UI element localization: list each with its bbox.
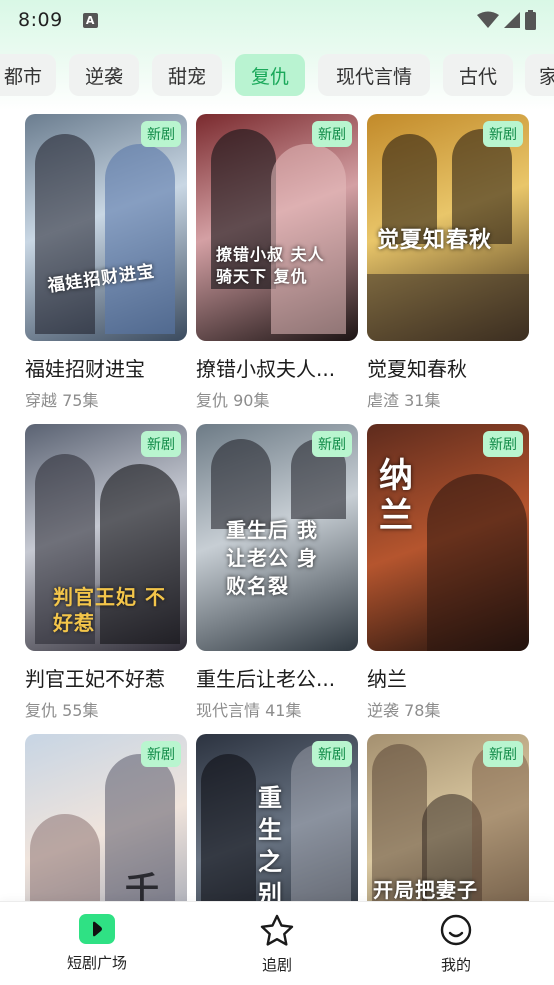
tab-label: 家 xyxy=(539,65,554,88)
poster-title: 纳兰 xyxy=(379,456,414,536)
drama-card[interactable]: 重生后 我让老公 身败名裂 新剧 重生后让老公... 现代言情 41集 xyxy=(196,424,358,721)
drama-title: 重生后让老公... xyxy=(196,667,336,691)
nav-item-following[interactable]: 追剧 xyxy=(217,914,337,975)
drama-meta: 复仇 90集 xyxy=(196,391,270,410)
tab-label: 甜宠 xyxy=(167,65,206,88)
drama-card[interactable]: 觉夏知春秋 新剧 觉夏知春秋 虐渣 31集 xyxy=(367,114,529,411)
star-icon xyxy=(260,914,294,946)
tab-gudai[interactable]: 古代 xyxy=(443,54,513,96)
tab-xiandaiyanqing[interactable]: 现代言情 xyxy=(318,54,430,96)
notification-a-icon: A xyxy=(82,12,98,28)
tab-label: 古代 xyxy=(458,65,497,88)
poster-figure xyxy=(35,134,95,334)
new-badge: 新剧 xyxy=(312,121,352,147)
drama-title: 纳兰 xyxy=(367,667,407,691)
new-badge: 新剧 xyxy=(483,431,523,457)
bottom-nav: 短剧广场 追剧 我的 xyxy=(0,901,554,985)
poster-title: 觉夏知春秋 xyxy=(377,228,493,253)
poster-figure xyxy=(472,744,529,924)
tab-label: 逆袭 xyxy=(84,65,123,88)
poster-figure xyxy=(105,144,175,334)
category-tabs: 都市 逆袭 甜宠 复仇 现代言情 古代 家 xyxy=(0,54,554,96)
tab-fuchou[interactable]: 复仇 xyxy=(235,54,305,96)
drama-poster: 纳兰 新剧 xyxy=(367,424,529,651)
wifi-icon xyxy=(477,11,499,28)
status-indicators xyxy=(477,10,536,30)
poster-title: 开局把妻子 xyxy=(373,878,478,902)
tab-nixi[interactable]: 逆袭 xyxy=(69,54,139,96)
poster-title: 判官王妃 不好惹 xyxy=(53,585,166,635)
drama-meta: 虐渣 31集 xyxy=(367,391,441,410)
new-badge: 新剧 xyxy=(141,121,181,147)
poster-faces xyxy=(367,274,529,341)
drama-title: 判官王妃不好惹 xyxy=(25,667,165,691)
drama-title: 撩错小叔夫人... xyxy=(196,357,336,381)
drama-card[interactable]: 纳兰 新剧 纳兰 逆袭 78集 xyxy=(367,424,529,721)
poster-title: 重生后 我让老公 身败名裂 xyxy=(226,518,318,598)
nav-label: 我的 xyxy=(440,956,471,974)
tab-label: 复仇 xyxy=(250,65,289,88)
drama-title: 觉夏知春秋 xyxy=(367,357,467,381)
status-bar: 8:09 A xyxy=(0,0,554,40)
drama-poster: 重生后 我让老公 身败名裂 新剧 xyxy=(196,424,358,651)
new-badge: 新剧 xyxy=(483,741,523,767)
poster-figure xyxy=(427,474,527,651)
poster-figure xyxy=(271,144,346,334)
nav-label: 追剧 xyxy=(261,956,292,974)
cell-signal-icon xyxy=(504,12,520,28)
status-time: 8:09 xyxy=(18,9,63,31)
new-badge: 新剧 xyxy=(141,431,181,457)
drama-poster: 福娃招财进宝 新剧 xyxy=(25,114,187,341)
drama-card[interactable]: 福娃招财进宝 新剧 福娃招财进宝 穿越 75集 xyxy=(25,114,187,411)
new-badge: 新剧 xyxy=(312,431,352,457)
new-badge: 新剧 xyxy=(141,741,181,767)
drama-title: 福娃招财进宝 xyxy=(25,357,145,381)
nav-item-drama-square[interactable]: 短剧广场 xyxy=(37,914,157,973)
drama-meta: 复仇 55集 xyxy=(25,701,99,720)
tab-label: 现代言情 xyxy=(335,65,412,88)
nav-item-profile[interactable]: 我的 xyxy=(396,914,516,975)
tab-tianchong[interactable]: 甜宠 xyxy=(152,54,222,96)
drama-meta: 逆袭 78集 xyxy=(367,701,441,720)
new-badge: 新剧 xyxy=(312,741,352,767)
tab-dushi[interactable]: 都市 xyxy=(0,54,56,96)
play-square-icon xyxy=(79,914,115,944)
nav-label: 短剧广场 xyxy=(66,954,127,972)
drama-poster: 觉夏知春秋 新剧 xyxy=(367,114,529,341)
new-badge: 新剧 xyxy=(483,121,523,147)
tab-jia[interactable]: 家 xyxy=(525,54,554,96)
drama-meta: 现代言情 41集 xyxy=(196,701,302,720)
drama-card[interactable]: 撩错小叔 夫人骑天下 复仇 新剧 撩错小叔夫人... 复仇 90集 xyxy=(196,114,358,411)
poster-title: 撩错小叔 夫人骑天下 复仇 xyxy=(216,245,325,286)
drama-poster: 判官王妃 不好惹 新剧 xyxy=(25,424,187,651)
drama-card[interactable]: 判官王妃 不好惹 新剧 判官王妃不好惹 复仇 55集 xyxy=(25,424,187,721)
battery-icon xyxy=(525,10,536,30)
drama-poster: 撩错小叔 夫人骑天下 复仇 新剧 xyxy=(196,114,358,341)
drama-meta: 穿越 75集 xyxy=(25,391,99,410)
tab-label: 都市 xyxy=(3,65,42,88)
smile-face-icon xyxy=(440,914,472,946)
